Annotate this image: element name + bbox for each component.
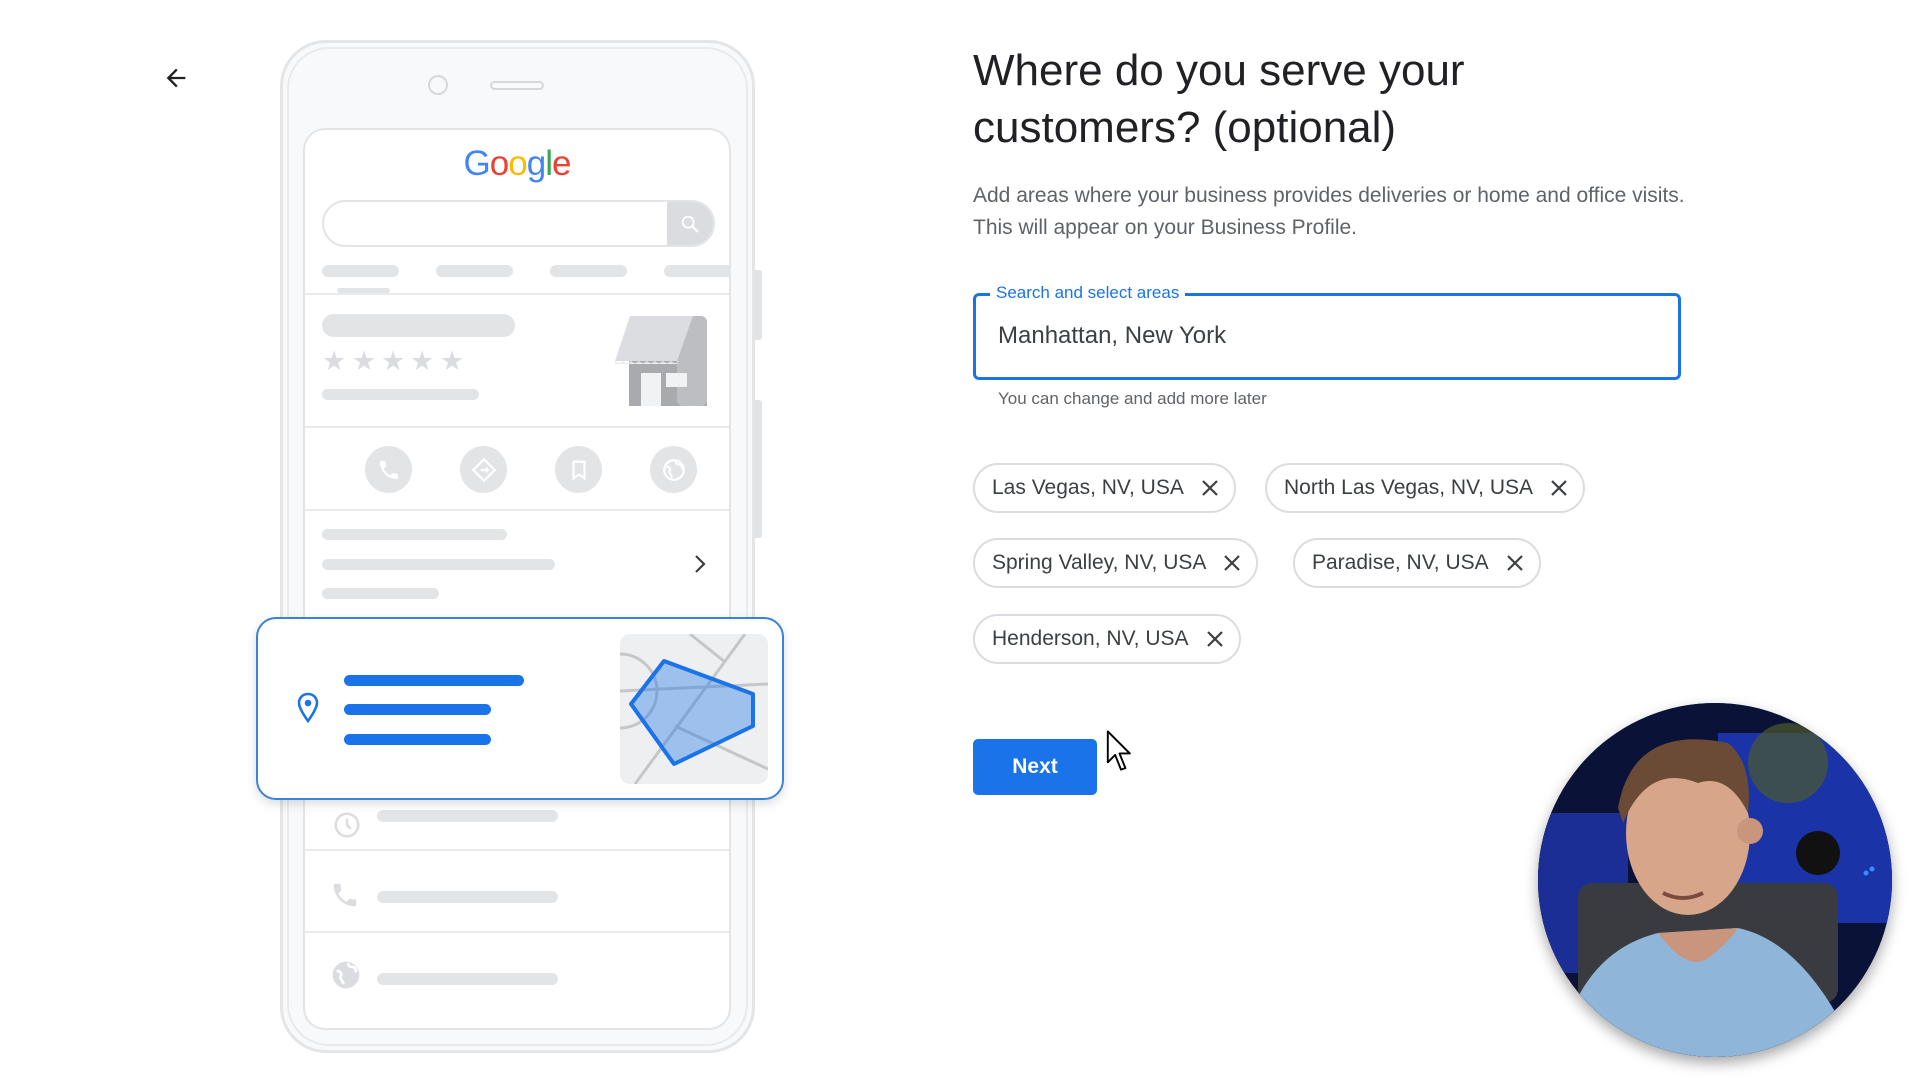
area-chip[interactable]: Henderson, NV, USA: [973, 614, 1241, 664]
area-chip-label: Henderson, NV, USA: [992, 627, 1189, 650]
area-chip-label: Las Vegas, NV, USA: [992, 476, 1184, 499]
divider: [305, 931, 729, 933]
mock-text-line: [344, 704, 491, 715]
clock-icon: [334, 812, 360, 838]
divider: [305, 509, 729, 511]
mock-text-line: [322, 559, 555, 570]
remove-area-button[interactable]: [1503, 551, 1527, 575]
area-chip-label: Paradise, NV, USA: [1312, 551, 1489, 574]
mock-text-line: [377, 891, 558, 903]
phone-speaker: [490, 81, 544, 90]
mock-text-line: [322, 389, 479, 400]
service-area-highlight-card: [256, 617, 784, 800]
area-chip-label: Spring Valley, NV, USA: [992, 551, 1207, 574]
area-chip[interactable]: Las Vegas, NV, USA: [973, 463, 1236, 513]
mock-text-line: [322, 588, 439, 599]
star-icon: ★: [410, 346, 435, 376]
directions-icon: [471, 457, 496, 482]
phone-screen: Google ★ ★ ★ ★ ★: [303, 128, 731, 1030]
page-title: Where do you serve your customers? (opti…: [973, 46, 1465, 152]
star-icon: ★: [440, 346, 465, 376]
globe-icon: [332, 961, 360, 989]
area-chip-label: North Las Vegas, NV, USA: [1284, 476, 1534, 499]
divider: [305, 426, 729, 428]
area-search-field[interactable]: Search and select areas: [973, 283, 1681, 380]
close-icon: [1551, 480, 1567, 496]
page-description: Add areas where your business provides d…: [973, 184, 1685, 239]
globe-icon: [662, 458, 685, 481]
mock-tab: [550, 265, 627, 277]
mock-website-action: [650, 446, 697, 493]
close-icon: [1202, 480, 1218, 496]
mock-tab: [664, 265, 729, 277]
star-icon: ★: [381, 346, 406, 376]
next-button[interactable]: Next: [973, 739, 1097, 795]
star-icon: ★: [352, 346, 377, 376]
storefront-icon: [615, 316, 707, 406]
chevron-right-icon: [695, 555, 706, 573]
mock-business-name: [322, 314, 515, 337]
area-chip[interactable]: Paradise, NV, USA: [1293, 538, 1541, 588]
mock-search-bar: [322, 200, 715, 247]
presenter-video-icon: [1538, 703, 1892, 1057]
phone-icon: [333, 883, 357, 907]
area-chip[interactable]: North Las Vegas, NV, USA: [1265, 463, 1586, 513]
service-area-map-thumbnail: [620, 634, 768, 784]
helper-text: You can change and add more later: [998, 389, 1267, 408]
mock-text-line: [344, 675, 524, 686]
area-search-label: Search and select areas: [990, 283, 1186, 303]
location-pin-icon: [297, 692, 319, 724]
back-button[interactable]: [160, 62, 192, 94]
mock-save-action: [555, 446, 602, 493]
bookmark-icon: [571, 460, 586, 480]
phone-side-button: [755, 400, 762, 538]
remove-area-button[interactable]: [1198, 476, 1222, 500]
star-icon: ★: [322, 346, 347, 376]
mock-call-action: [365, 446, 412, 493]
search-icon: [681, 215, 699, 232]
arrow-left-icon: [166, 68, 186, 88]
mouse-cursor-icon: [1106, 730, 1131, 771]
phone-side-button: [755, 270, 762, 340]
divider: [305, 293, 729, 295]
mock-text-line: [344, 734, 491, 745]
divider: [305, 849, 729, 851]
remove-area-button[interactable]: [1547, 476, 1571, 500]
mock-text-line: [322, 529, 507, 540]
mock-tab: [322, 265, 399, 277]
mock-search-button: [667, 202, 713, 245]
mock-directions-action: [460, 446, 507, 493]
remove-area-button[interactable]: [1203, 627, 1227, 651]
google-logo: Google: [463, 144, 572, 183]
phone-camera: [428, 75, 448, 95]
service-area-polygon-icon: [620, 634, 768, 784]
area-chip[interactable]: Spring Valley, NV, USA: [973, 538, 1259, 588]
mock-text-line: [377, 973, 558, 985]
close-icon: [1206, 631, 1223, 647]
close-icon: [1506, 555, 1523, 571]
phone-icon: [379, 460, 398, 479]
area-search-input[interactable]: [998, 318, 1638, 354]
mock-tab: [436, 265, 513, 277]
webcam-overlay: [1538, 703, 1892, 1057]
close-icon: [1224, 555, 1241, 571]
mock-text-line: [377, 810, 558, 822]
remove-area-button[interactable]: [1220, 551, 1244, 575]
